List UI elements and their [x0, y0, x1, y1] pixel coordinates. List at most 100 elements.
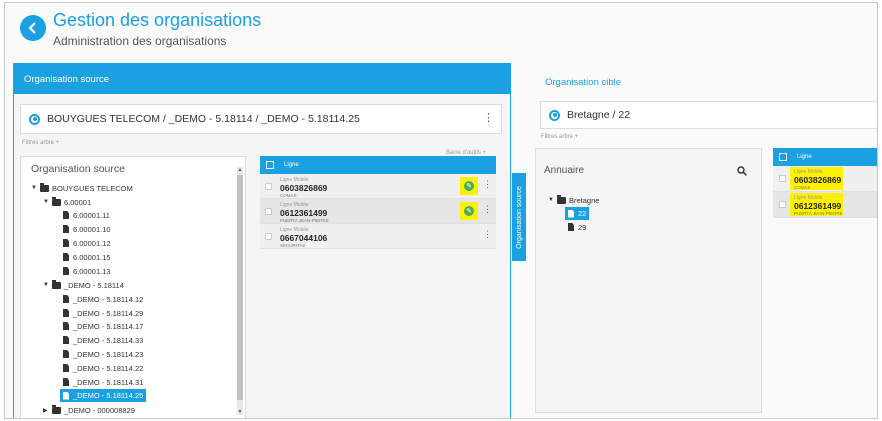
line-item[interactable]: Ligne Mobile 0667044106 SECURITAS ⋮ — [260, 224, 496, 249]
tree-node[interactable]: _DEMO - 5.18114.33 — [63, 334, 143, 346]
source-panel: Organisation source BOUYGUES TELECOM / _… — [13, 63, 511, 418]
tree-node[interactable]: ▼ _DEMO - 5.18114 — [43, 279, 124, 291]
app-frame: Gestion des organisations Administration… — [4, 2, 878, 419]
document-icon — [63, 225, 69, 233]
target-org-path: Bretagne / 22 — [567, 109, 631, 121]
tree-node-label: _DEMO - 5.18114.17 — [73, 321, 144, 331]
line-owner: SECURITAS — [280, 243, 306, 248]
tree-node[interactable]: ▼ Bretagne — [548, 194, 599, 206]
scroll-up-icon[interactable]: ▲ — [237, 167, 243, 173]
back-button[interactable] — [20, 15, 46, 41]
tree-node-label: _DEMO - 5.18114.23 — [73, 349, 144, 359]
source-side-tab[interactable]: Organisation source — [512, 173, 526, 261]
tree-node[interactable]: 6.00001.11 — [63, 209, 110, 221]
tree-scrollbar[interactable]: ▲ ▼ — [237, 167, 243, 415]
tree-node[interactable]: _DEMO - 5.18114.17 — [63, 320, 143, 332]
tree-node-label: BOUYGUES TELECOM — [52, 183, 133, 193]
caret-down-icon[interactable]: ▼ — [43, 282, 52, 288]
tree-filters-link[interactable]: Filtres arbre + — [541, 134, 578, 140]
tree-node-label: 6.00001.13 — [73, 266, 111, 276]
pencil-icon: ✎ — [464, 181, 474, 191]
caret-down-icon[interactable]: ▼ — [548, 197, 557, 203]
line-number: 0612361499 — [280, 208, 328, 218]
tree-node[interactable]: 29 — [568, 221, 586, 233]
annuaire-title: Annuaire — [544, 165, 585, 176]
source-panel-header: Organisation source — [14, 64, 510, 94]
document-icon — [63, 336, 69, 344]
line-owner: PUERTA JEAN-PIERRE — [794, 211, 843, 216]
document-icon — [63, 322, 69, 330]
document-icon — [63, 239, 69, 247]
tree-node-label: 6.00001.11 — [73, 210, 110, 220]
tree-filters-link[interactable]: Filtres arbre + — [22, 140, 59, 146]
source-tree: Organisation source ▼ BOUYGUES TELECOM ▼… — [20, 156, 246, 418]
tree-node-label: _DEMO - 5.18114.33 — [73, 335, 144, 345]
tree-node-label: 6.00001.15 — [73, 252, 111, 262]
tree-node[interactable]: 6.00001.12 — [63, 237, 111, 249]
line-checkbox[interactable] — [265, 233, 272, 240]
caret-down-icon[interactable]: ▼ — [31, 185, 40, 191]
annuaire-tree: Annuaire ▼ Bretagne 22 29 — [535, 148, 762, 413]
list-header-label: Ligne — [797, 154, 812, 160]
line-number: 0612361499 — [794, 201, 842, 211]
side-tab-label: Organisation source — [515, 185, 523, 249]
tree-node-label: _DEMO - 5.18114.12 — [73, 294, 144, 304]
caret-down-icon[interactable]: ▼ — [43, 199, 52, 205]
line-checkbox[interactable] — [779, 201, 786, 208]
tree-node-label: _DEMO - 5.18114 — [64, 280, 124, 290]
select-all-checkbox[interactable] — [779, 153, 787, 161]
tree-node[interactable]: ▶ _DEMO - 000008829 — [43, 404, 135, 416]
tree-node-label: 6.00001 — [64, 197, 92, 207]
scrollbar-thumb[interactable] — [237, 175, 243, 400]
tree-node-selected[interactable]: 22 — [565, 207, 590, 220]
more-options-icon[interactable]: ⋮ — [483, 179, 492, 190]
edit-button[interactable]: ✎ — [460, 177, 478, 195]
line-number: 0603826869 — [794, 175, 842, 185]
tree-node[interactable]: _DEMO - 5.18114.23 — [63, 348, 143, 360]
tree-node[interactable]: ▼ 6.00001 — [43, 196, 91, 208]
source-tree-title: Organisation source — [31, 163, 125, 175]
tree-node[interactable]: _DEMO - 5.18114.12 — [63, 293, 143, 305]
folder-open-icon — [40, 182, 49, 192]
line-item[interactable]: Ligne Mobile 0603826869 COMAS — [773, 166, 877, 192]
tree-node-label: 22 — [578, 209, 587, 218]
target-panel-title: Organisation cible — [545, 77, 622, 88]
tree-node[interactable]: _DEMO - 5.18114.29 — [63, 307, 143, 319]
list-header-label: Ligne — [284, 162, 299, 168]
document-icon — [63, 378, 69, 386]
tree-node-selected[interactable]: _DEMO - 5.18114.25 — [60, 389, 147, 402]
document-icon — [63, 391, 69, 400]
line-checkbox[interactable] — [779, 175, 786, 182]
tree-node[interactable]: _DEMO - 5.18114.31 — [63, 376, 143, 388]
line-item[interactable]: Ligne Mobile 0612361499 PUERTA JEAN-PIER… — [260, 199, 496, 224]
line-checkbox[interactable] — [265, 208, 272, 215]
tree-node-label: 6.00001.10 — [73, 224, 111, 234]
tree-node[interactable]: ▼ BOUYGUES TELECOM — [31, 182, 133, 194]
line-checkbox[interactable] — [265, 183, 272, 190]
line-item[interactable]: Ligne Mobile 0603826869 COMAS ✎ ⋮ — [260, 174, 496, 199]
edit-button[interactable]: ✎ — [460, 202, 478, 220]
folder-open-icon — [52, 279, 61, 289]
tree-node[interactable]: 6.00001.10 — [63, 223, 111, 235]
list-header: Ligne — [773, 148, 877, 166]
tree-node[interactable]: _DEMO - 5.18114.22 — [63, 362, 143, 374]
tree-node-label: 6.00001.12 — [73, 238, 111, 248]
scroll-down-icon[interactable]: ▼ — [237, 409, 243, 415]
source-org-selector[interactable]: BOUYGUES TELECOM / _DEMO - 5.18114 / _DE… — [20, 104, 502, 134]
search-icon[interactable] — [737, 166, 747, 176]
caret-right-icon[interactable]: ▶ — [43, 407, 52, 414]
tree-node[interactable]: 6.00001.13 — [63, 265, 111, 277]
more-options-icon[interactable]: ⋮ — [483, 113, 494, 124]
more-options-icon[interactable]: ⋮ — [483, 229, 492, 240]
target-org-selector[interactable]: Bretagne / 22 — [540, 101, 877, 129]
select-all-checkbox[interactable] — [266, 161, 274, 169]
more-options-icon[interactable]: ⋮ — [483, 204, 492, 215]
line-item[interactable]: Ligne Mobile 0612361499 PUERTA JEAN-PIER… — [773, 192, 877, 218]
folder-open-icon — [557, 194, 566, 204]
line-owner: PUERTA JEAN-PIERRE — [280, 218, 329, 223]
document-icon — [63, 364, 69, 372]
document-icon — [568, 223, 574, 231]
list-header: Ligne — [260, 156, 496, 174]
radio-icon — [29, 113, 40, 125]
tree-node[interactable]: 6.00001.15 — [63, 251, 111, 263]
